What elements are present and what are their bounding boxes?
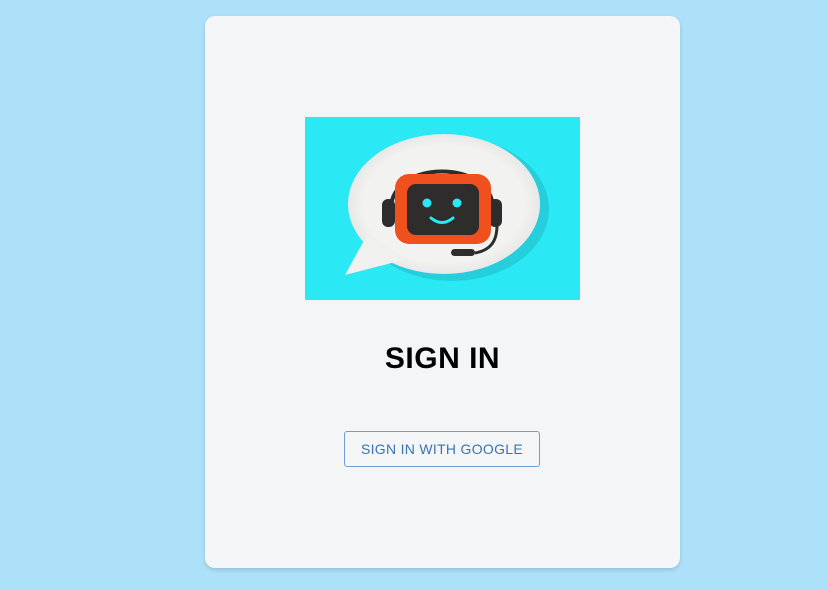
chatbot-logo bbox=[305, 117, 580, 300]
sign-in-with-google-button[interactable]: SIGN IN WITH GOOGLE bbox=[344, 431, 540, 467]
signin-card: SIGN IN SIGN IN WITH GOOGLE bbox=[205, 16, 680, 568]
chatbot-headset-icon bbox=[345, 134, 549, 281]
page-title: SIGN IN bbox=[384, 342, 501, 375]
